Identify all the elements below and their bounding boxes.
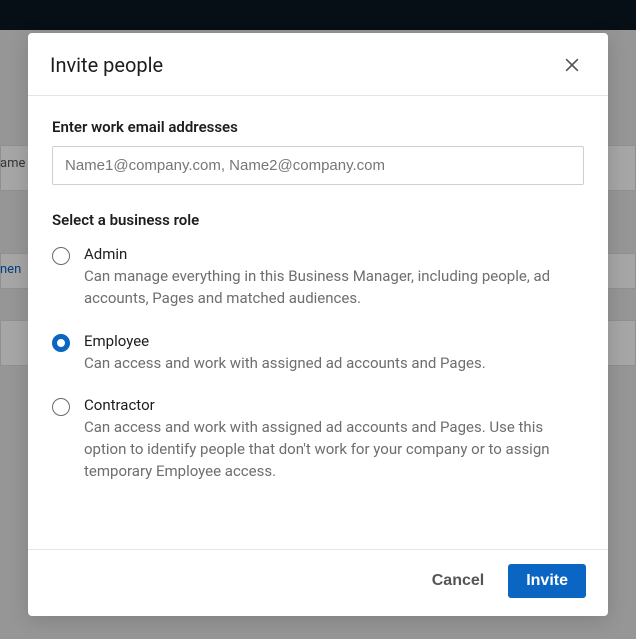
radio-text: Admin Can manage everything in this Busi… [84, 245, 584, 310]
role-label: Contractor [84, 396, 584, 414]
radio-icon [52, 334, 70, 352]
close-icon [562, 55, 582, 75]
modal-header: Invite people [28, 33, 608, 96]
cancel-button[interactable]: Cancel [422, 564, 494, 598]
radio-text: Employee Can access and work with assign… [84, 332, 584, 375]
app-backdrop: ame nen Invite people Enter work email a… [0, 0, 636, 639]
role-option-admin[interactable]: Admin Can manage everything in this Busi… [52, 245, 584, 310]
role-description: Can access and work with assigned ad acc… [84, 417, 584, 482]
radio-icon [52, 247, 70, 265]
role-option-contractor[interactable]: Contractor Can access and work with assi… [52, 396, 584, 482]
invite-people-modal: Invite people Enter work email addresses… [28, 33, 608, 616]
modal-footer: Cancel Invite [28, 549, 608, 616]
email-input[interactable] [52, 146, 584, 185]
role-label: Employee [84, 332, 584, 350]
role-description: Can manage everything in this Business M… [84, 266, 584, 310]
close-button[interactable] [558, 51, 586, 79]
role-label: Admin [84, 245, 584, 263]
role-section-label: Select a business role [52, 211, 584, 229]
role-option-employee[interactable]: Employee Can access and work with assign… [52, 332, 584, 375]
modal-body: Enter work email addresses Select a busi… [28, 96, 608, 549]
invite-button[interactable]: Invite [508, 564, 586, 598]
modal-title: Invite people [50, 53, 163, 77]
radio-text: Contractor Can access and work with assi… [84, 396, 584, 482]
role-description: Can access and work with assigned ad acc… [84, 353, 584, 375]
radio-icon [52, 398, 70, 416]
email-field-label: Enter work email addresses [52, 118, 584, 136]
